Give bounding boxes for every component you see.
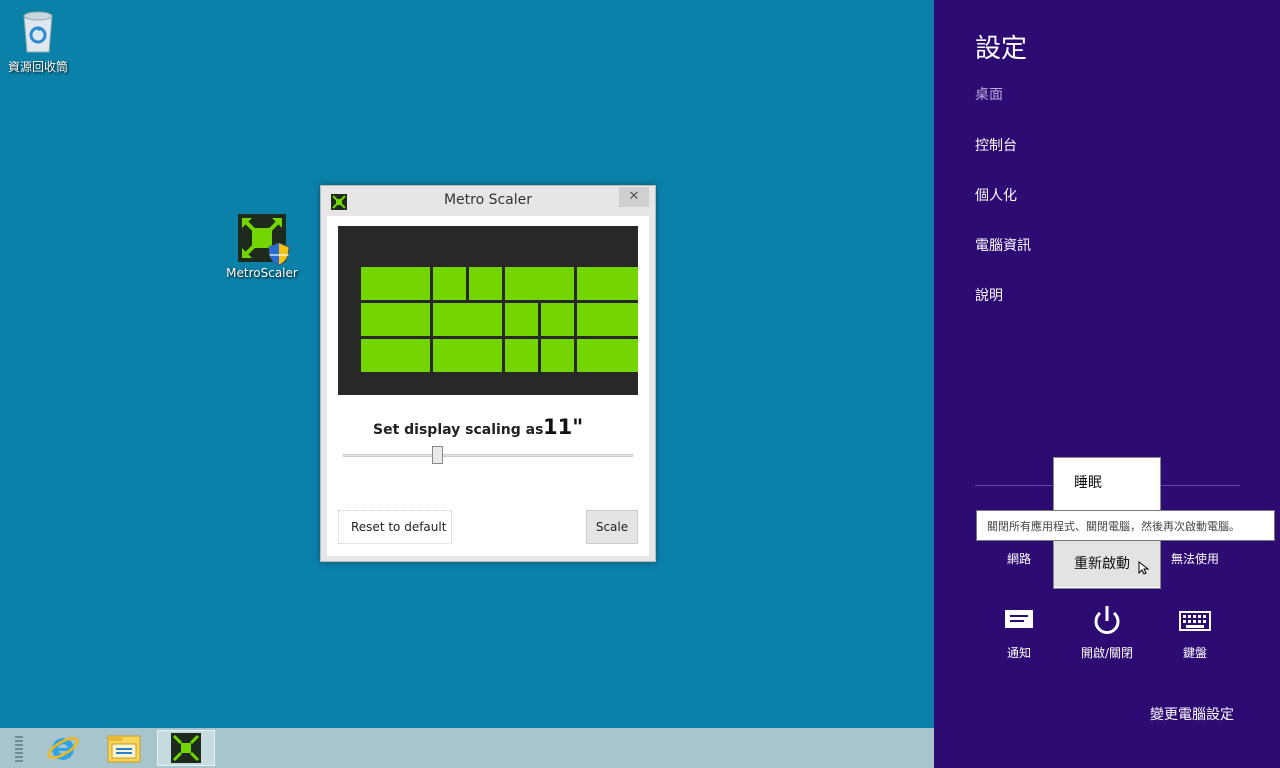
settings-charm-panel: 設定 桌面 控制台 個人化 電腦資訊 說明 網路 無法使用 通知 開啟/關閉 鍵… [934,0,1280,768]
window-title: Metro Scaler [443,192,533,208]
uac-shield-icon [268,242,290,266]
tray-notifications-button[interactable]: 通知 [978,604,1060,661]
tray-network-button[interactable]: 網路 [978,550,1060,567]
mouse-cursor-icon [1138,561,1150,575]
taskbar [0,728,934,768]
desktop: 資源回收筒 MetroScaler Metro Scaler ✕ Set dis… [0,0,934,728]
internet-explorer-icon [47,737,79,760]
preview-tile [433,267,466,300]
preview-tile [577,303,638,336]
scaling-value: 11" [543,415,584,439]
tray-label: 鍵盤 [1182,646,1207,660]
metroscaler-icon [171,733,201,763]
desktop-icon-metroscaler[interactable]: MetroScaler [220,214,304,280]
preview-tile [361,303,430,336]
metro-scaler-window: Metro Scaler ✕ Set display scaling as 11… [320,185,656,562]
file-explorer-icon [107,735,141,763]
preview-tile [577,339,638,372]
window-content: Set display scaling as 11" Reset to defa… [327,216,649,556]
preview-tile [505,267,574,300]
preview-tile [433,339,502,372]
window-titlebar[interactable]: Metro Scaler ✕ [321,186,655,216]
taskbar-grip[interactable] [15,736,23,762]
settings-link-help[interactable]: 說明 [975,285,1003,305]
start-screen-preview [338,226,638,395]
tray-label: 網路 [1006,552,1031,566]
charms-title: 設定 [975,34,1028,64]
keyboard-icon [1154,604,1236,640]
charms-subtitle: 桌面 [975,87,1003,103]
preview-tile [505,339,538,372]
preview-tile [541,339,574,372]
scaling-label: Set display scaling as [373,422,544,438]
metroscaler-icon [238,214,290,266]
change-pc-settings-link[interactable]: 變更電腦設定 [1150,704,1234,724]
tray-keyboard-button[interactable]: 鍵盤 [1154,604,1236,661]
slider-track[interactable] [343,454,633,457]
taskbar-metroscaler[interactable] [157,730,215,766]
settings-link-pc-info[interactable]: 電腦資訊 [975,235,1031,255]
tray-label: 通知 [1006,646,1031,660]
preview-tile [469,267,502,300]
restart-tooltip: 關閉所有應用程式、關閉電腦，然後再次啟動電腦。 [976,510,1275,541]
tray-unavailable-button[interactable]: 無法使用 [1154,550,1236,567]
recycle-bin-icon [18,8,58,54]
desktop-icon-recycle-bin[interactable]: 資源回收筒 [0,8,80,75]
tray-label: 無法使用 [1170,552,1219,566]
power-menu-sleep[interactable]: 睡眠 [1054,460,1160,506]
taskbar-internet-explorer[interactable] [36,730,92,766]
desktop-icon-label: 資源回收筒 [7,60,68,74]
settings-link-control-panel[interactable]: 控制台 [975,135,1017,155]
desktop-icon-label: MetroScaler [226,266,298,280]
scale-button[interactable]: Scale [586,510,638,544]
scaling-slider[interactable] [343,446,633,464]
notifications-icon [978,604,1060,640]
preview-tile [361,267,430,300]
preview-tile [577,267,638,300]
preview-tile [433,303,502,336]
close-icon[interactable]: ✕ [619,187,649,207]
preview-tile [361,339,430,372]
reset-to-default-button[interactable]: Reset to default [338,510,452,544]
power-icon [1066,604,1148,640]
settings-link-personalization[interactable]: 個人化 [975,185,1017,205]
slider-thumb[interactable] [432,446,443,464]
preview-tile [541,303,574,336]
tray-label: 開啟/關閉 [1080,646,1134,660]
preview-tile [505,303,538,336]
tray-power-button[interactable]: 開啟/關閉 [1066,604,1148,661]
taskbar-file-explorer[interactable] [96,730,152,766]
